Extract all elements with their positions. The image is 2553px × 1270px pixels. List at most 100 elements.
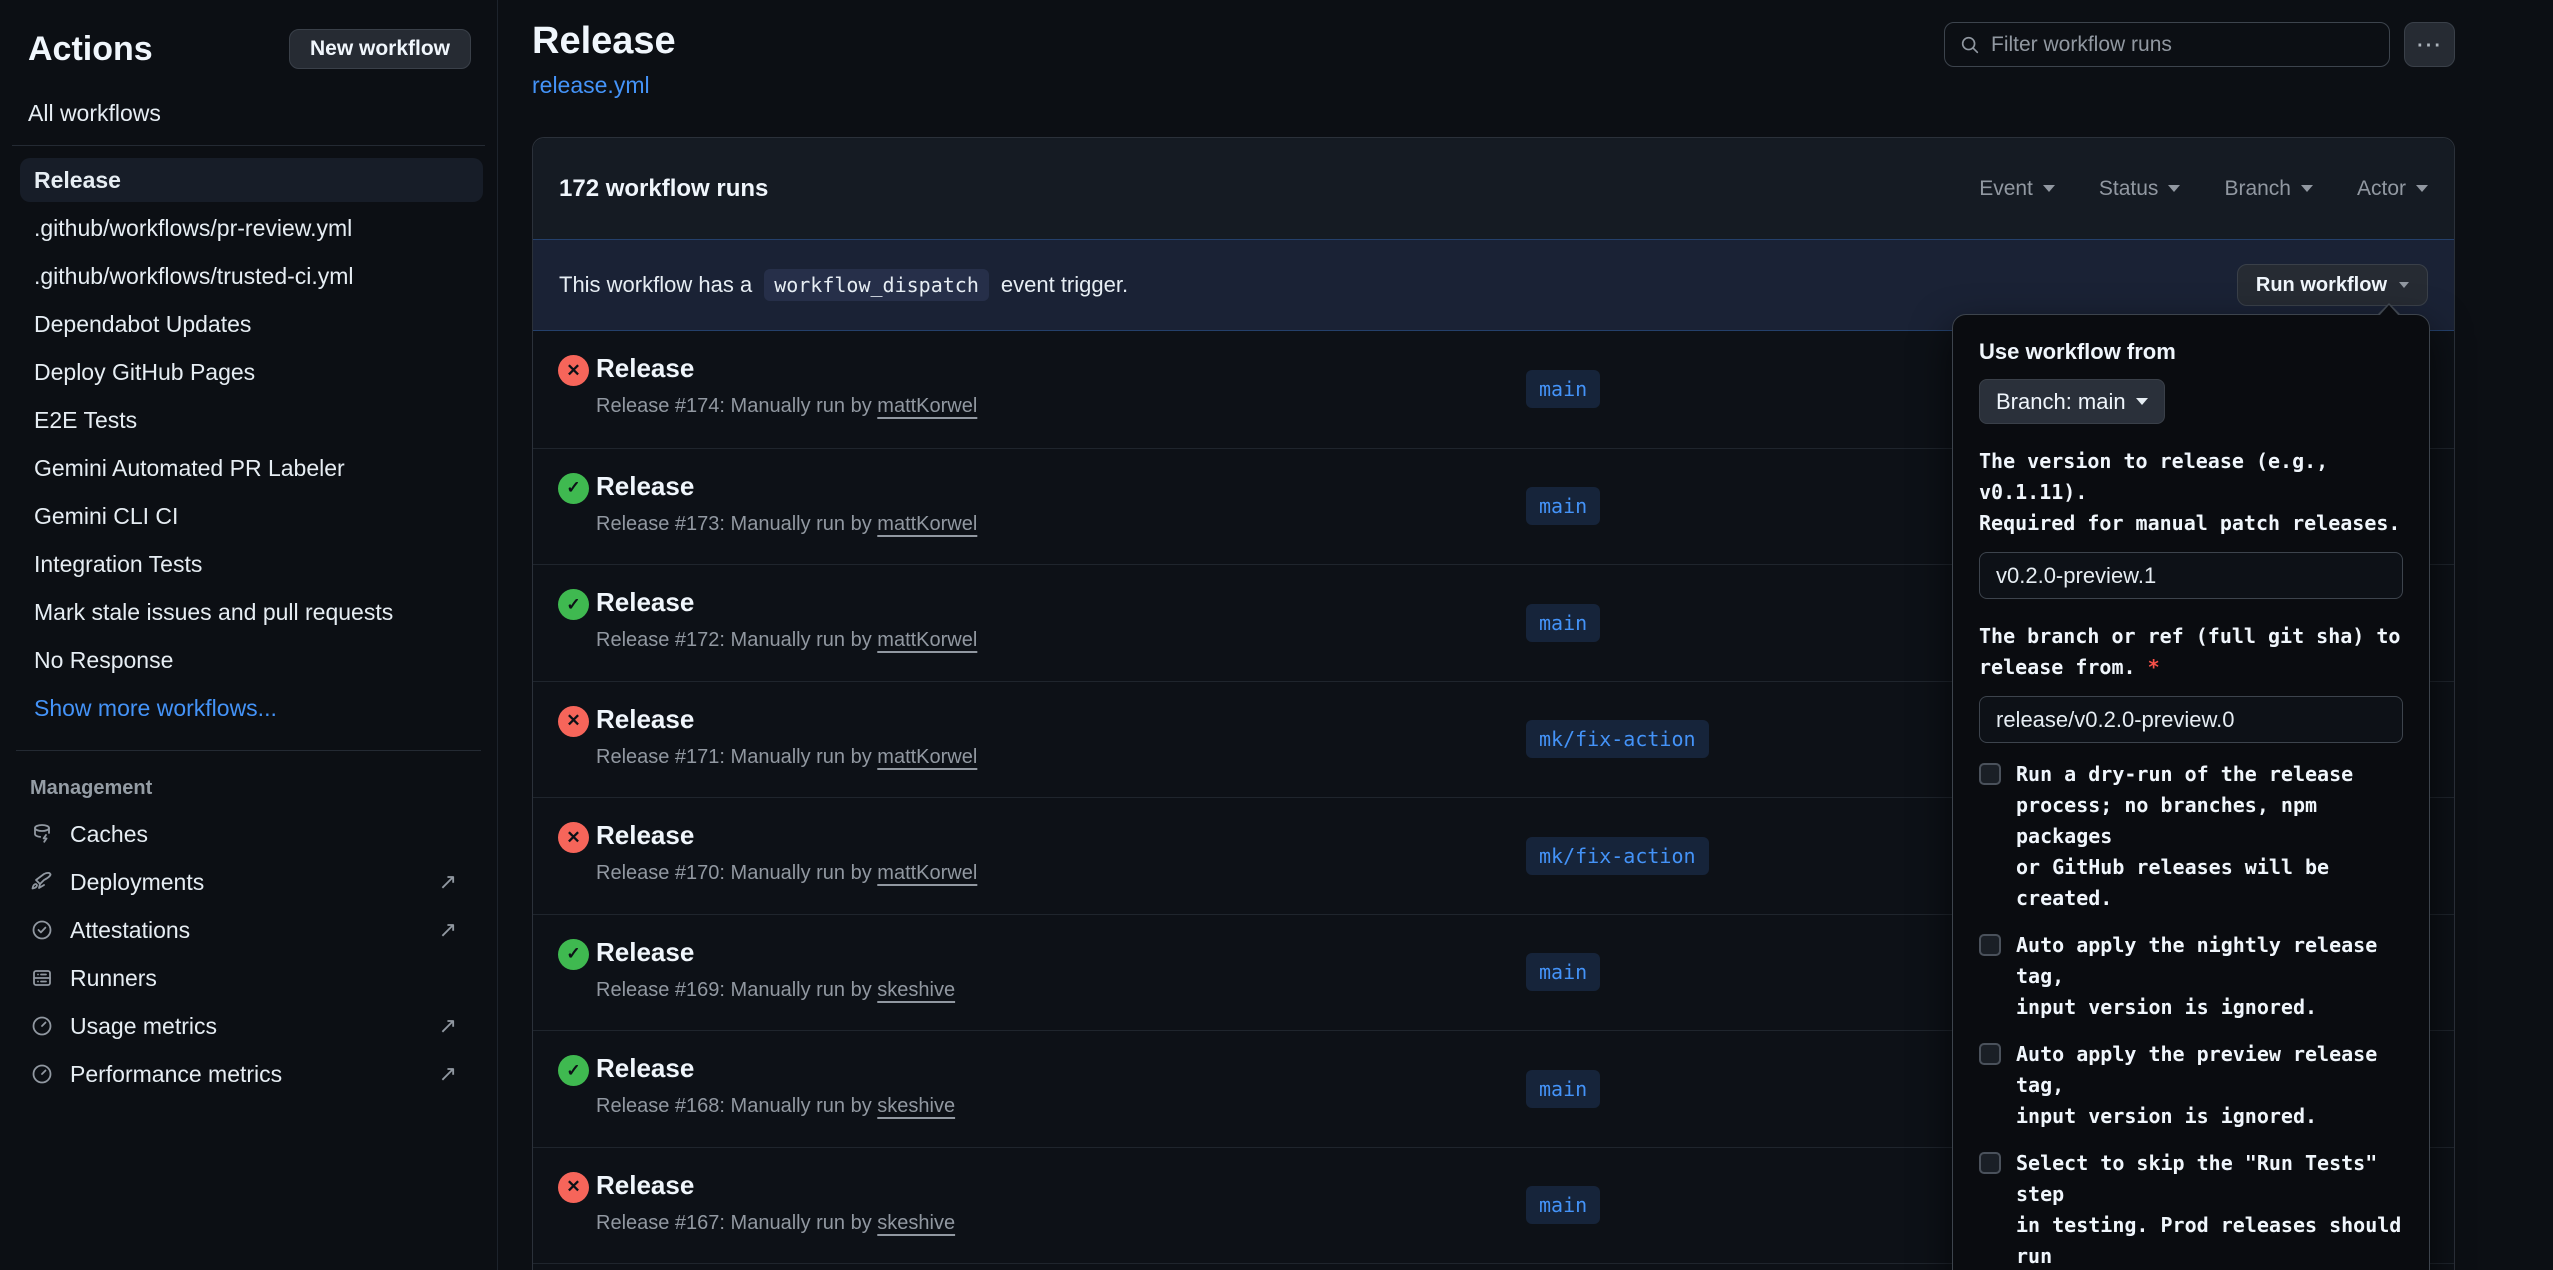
workflow-dispatch-code: workflow_dispatch xyxy=(764,269,989,301)
checkbox-label: Run a dry-run of the release process; no… xyxy=(2016,759,2403,914)
run-description: Release #167: Manually run by skeshive xyxy=(596,1212,955,1235)
run-success-icon: ✓ xyxy=(558,589,589,620)
branch-badge[interactable]: main xyxy=(1526,953,1600,991)
external-link-icon: ↗ xyxy=(439,869,457,895)
external-link-icon: ↗ xyxy=(439,917,457,943)
run-success-icon: ✓ xyxy=(558,939,589,970)
filter-workflow-runs-input[interactable] xyxy=(1991,33,2375,57)
chevron-down-icon xyxy=(2043,185,2055,192)
branch-badge[interactable]: main xyxy=(1526,1070,1600,1108)
nightly-tag-option: Auto apply the nightly release tag, inpu… xyxy=(1979,930,2403,1023)
run-workflow-dropdown-button[interactable]: Run workflow xyxy=(2237,264,2428,306)
run-actor-link[interactable]: mattKorwel xyxy=(877,395,977,417)
sidebar-item-label: Performance metrics xyxy=(70,1061,282,1088)
sidebar-item-label: Runners xyxy=(70,965,157,992)
run-description: Release #171: Manually run by mattKorwel xyxy=(596,746,977,769)
branch-badge[interactable]: main xyxy=(1526,604,1600,642)
nightly-tag-checkbox[interactable] xyxy=(1979,934,2001,956)
required-marker: * xyxy=(2148,655,2160,679)
sidebar-item-deployments[interactable]: Deployments ↗ xyxy=(0,858,497,906)
runs-filters: Event Status Branch Actor xyxy=(1979,177,2428,201)
run-title[interactable]: Release xyxy=(596,820,694,851)
branch-badge[interactable]: main xyxy=(1526,1186,1600,1224)
sidebar-item-mark-stale[interactable]: Mark stale issues and pull requests xyxy=(0,588,497,636)
run-title[interactable]: Release xyxy=(596,1053,694,1084)
verified-badge-icon xyxy=(30,918,54,942)
filter-workflow-runs-box[interactable] xyxy=(1944,22,2390,67)
version-input[interactable] xyxy=(1979,552,2403,599)
checkbox-label: Auto apply the preview release tag, inpu… xyxy=(2016,1039,2403,1132)
banner-prefix: This workflow has a xyxy=(559,272,752,298)
workflow-nav-list: Release .github/workflows/pr-review.yml … xyxy=(0,146,497,732)
preview-tag-checkbox[interactable] xyxy=(1979,1043,2001,1065)
run-actor-link[interactable]: skeshive xyxy=(877,979,955,1001)
branch-badge[interactable]: mk/fix-action xyxy=(1526,720,1709,758)
meter-icon xyxy=(30,1062,54,1086)
run-description: Release #170: Manually run by mattKorwel xyxy=(596,862,977,885)
dry-run-option: Run a dry-run of the release process; no… xyxy=(1979,759,2403,914)
dry-run-checkbox[interactable] xyxy=(1979,763,2001,785)
run-success-icon: ✓ xyxy=(558,473,589,504)
chevron-down-icon xyxy=(2399,282,2409,288)
banner-text: This workflow has a workflow_dispatch ev… xyxy=(559,269,1128,301)
branch-badge[interactable]: mk/fix-action xyxy=(1526,837,1709,875)
status-filter-dropdown[interactable]: Status xyxy=(2099,177,2181,201)
sidebar-item-deploy-github-pages[interactable]: Deploy GitHub Pages xyxy=(0,348,497,396)
run-failure-icon: ✕ xyxy=(558,822,589,853)
event-filter-dropdown[interactable]: Event xyxy=(1979,177,2055,201)
run-success-icon: ✓ xyxy=(558,1055,589,1086)
workflow-file-link[interactable]: release.yml xyxy=(532,72,650,99)
ref-input[interactable] xyxy=(1979,696,2403,743)
preview-tag-option: Auto apply the preview release tag, inpu… xyxy=(1979,1039,2403,1132)
sidebar-item-usage-metrics[interactable]: Usage metrics ↗ xyxy=(0,1002,497,1050)
banner-suffix: event trigger. xyxy=(1001,272,1128,298)
popup-heading: Use workflow from xyxy=(1979,339,2403,365)
actor-filter-dropdown[interactable]: Actor xyxy=(2357,177,2428,201)
sidebar-item-attestations[interactable]: Attestations ↗ xyxy=(0,906,497,954)
chevron-down-icon xyxy=(2416,185,2428,192)
run-actor-link[interactable]: mattKorwel xyxy=(877,629,977,651)
new-workflow-button[interactable]: New workflow xyxy=(289,29,471,69)
run-description: Release #174: Manually run by mattKorwel xyxy=(596,395,977,418)
sidebar-item-all-workflows[interactable]: All workflows xyxy=(0,88,497,145)
run-actor-link[interactable]: skeshive xyxy=(877,1212,955,1234)
show-more-workflows-link[interactable]: Show more workflows... xyxy=(0,684,497,732)
branch-badge[interactable]: main xyxy=(1526,370,1600,408)
run-actor-link[interactable]: mattKorwel xyxy=(877,513,977,535)
run-description: Release #169: Manually run by skeshive xyxy=(596,979,955,1002)
sidebar-item-dependabot-updates[interactable]: Dependabot Updates xyxy=(0,300,497,348)
run-title[interactable]: Release xyxy=(596,353,694,384)
sidebar-item-caches[interactable]: Caches xyxy=(0,810,497,858)
branch-badge[interactable]: main xyxy=(1526,487,1600,525)
sidebar-item-no-response[interactable]: No Response xyxy=(0,636,497,684)
sidebar-item-performance-metrics[interactable]: Performance metrics ↗ xyxy=(0,1050,497,1098)
management-heading: Management xyxy=(0,751,497,810)
sidebar-item-runners[interactable]: Runners xyxy=(0,954,497,1002)
skip-tests-checkbox[interactable] xyxy=(1979,1152,2001,1174)
external-link-icon: ↗ xyxy=(439,1013,457,1039)
checkbox-label: Auto apply the nightly release tag, inpu… xyxy=(2016,930,2403,1023)
sidebar-item-integration-tests[interactable]: Integration Tests xyxy=(0,540,497,588)
run-title[interactable]: Release xyxy=(596,1170,694,1201)
sidebar-item-gemini-pr-labeler[interactable]: Gemini Automated PR Labeler xyxy=(0,444,497,492)
workflow-options-kebab-button[interactable]: ⋯ xyxy=(2404,22,2455,67)
skip-tests-option: Select to skip the "Run Tests" step in t… xyxy=(1979,1148,2403,1270)
run-title[interactable]: Release xyxy=(596,937,694,968)
run-actor-link[interactable]: mattKorwel xyxy=(877,746,977,768)
run-actor-link[interactable]: mattKorwel xyxy=(877,862,977,884)
runs-panel-header: 172 workflow runs Event Status Branch Ac… xyxy=(533,138,2454,239)
sidebar-item-release[interactable]: Release xyxy=(20,158,483,202)
branch-filter-dropdown[interactable]: Branch xyxy=(2224,177,2313,201)
chevron-down-icon xyxy=(2301,185,2313,192)
server-icon xyxy=(30,966,54,990)
run-title[interactable]: Release xyxy=(596,471,694,502)
page-title: Release xyxy=(532,20,676,63)
run-title[interactable]: Release xyxy=(596,704,694,735)
sidebar-item-trusted-ci[interactable]: .github/workflows/trusted-ci.yml xyxy=(0,252,497,300)
sidebar-item-e2e-tests[interactable]: E2E Tests xyxy=(0,396,497,444)
run-title[interactable]: Release xyxy=(596,587,694,618)
run-actor-link[interactable]: skeshive xyxy=(877,1095,955,1117)
sidebar-item-gemini-cli-ci[interactable]: Gemini CLI CI xyxy=(0,492,497,540)
branch-select-button[interactable]: Branch: main xyxy=(1979,379,2165,424)
sidebar-item-pr-review[interactable]: .github/workflows/pr-review.yml xyxy=(0,204,497,252)
